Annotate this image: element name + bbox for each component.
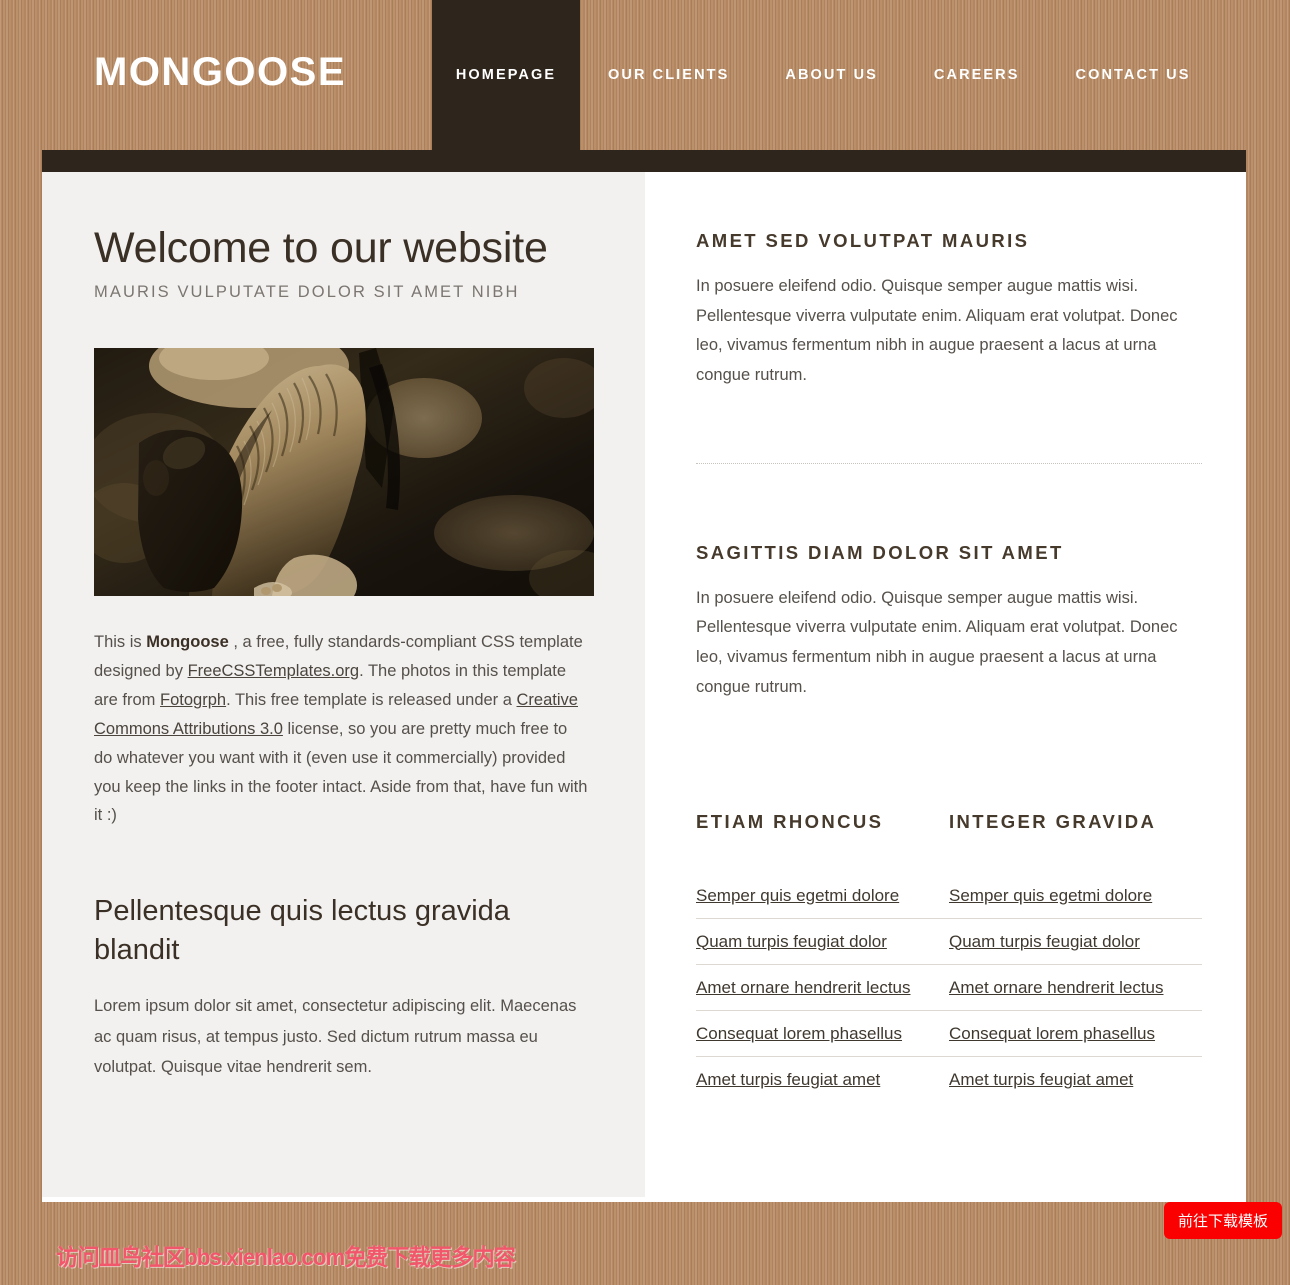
- dotted-divider: [696, 462, 1202, 464]
- list-item: Quam turpis feugiat dolor: [696, 919, 949, 965]
- link-list-2: Semper quis egetmi dolore Quam turpis fe…: [949, 873, 1202, 1102]
- link-item[interactable]: Amet ornare hendrerit lectus: [696, 965, 949, 1010]
- nav-item-homepage[interactable]: HOMEPAGE: [432, 0, 580, 150]
- sidebar-heading-2: SAGITTIS DIAM DOLOR SIT AMET: [696, 541, 1064, 563]
- link-list-1: Semper quis egetmi dolore Quam turpis fe…: [696, 873, 949, 1102]
- list-item: Amet ornare hendrerit lectus: [949, 965, 1202, 1011]
- photo-graphic: [94, 348, 594, 597]
- link-item[interactable]: Quam turpis feugiat dolor: [696, 919, 949, 964]
- list-item: Amet turpis feugiat amet: [949, 1057, 1202, 1102]
- brand-name: Mongoose: [146, 633, 229, 652]
- page-root: MONGOOSE HOMEPAGE OUR CLIENTS ABOUT US C…: [0, 0, 1290, 1285]
- link-column-title-2: INTEGER GRAVIDA: [949, 810, 1157, 832]
- link-item[interactable]: Consequat lorem phasellus: [949, 1011, 1202, 1056]
- download-template-button[interactable]: 前往下载模板: [1163, 1202, 1282, 1239]
- link-item[interactable]: Amet turpis feugiat amet: [949, 1057, 1202, 1102]
- link-freecsstemplates[interactable]: FreeCSSTemplates.org: [188, 662, 360, 680]
- list-item: Semper quis egetmi dolore: [949, 873, 1202, 919]
- site-header: MONGOOSE HOMEPAGE OUR CLIENTS ABOUT US C…: [0, 0, 1290, 150]
- intro-paragraph: This is Mongoose , a free, fully standar…: [94, 628, 589, 830]
- section-paragraph: Lorem ipsum dolor sit amet, consectetur …: [94, 997, 577, 1077]
- link-item[interactable]: Quam turpis feugiat dolor: [949, 919, 1202, 964]
- sidebar-paragraph-2: In posuere eleifend odio. Quisque semper…: [696, 588, 1178, 696]
- link-columns: ETIAM RHONCUS Semper quis egetmi dolore …: [696, 811, 1202, 1102]
- nav-item-about-us[interactable]: ABOUT US: [757, 0, 906, 150]
- nav-item-careers[interactable]: CAREERS: [906, 0, 1048, 150]
- intro-part4: . This free template is released under a: [226, 690, 517, 709]
- site-logo: MONGOOSE: [94, 50, 347, 94]
- main-column: Welcome to our website MAURIS VULPUTATE …: [42, 172, 645, 1197]
- mongoose-photo: [94, 348, 594, 597]
- sidebar-paragraph-1: In posuere eleifend odio. Quisque semper…: [696, 277, 1178, 385]
- watermark-text: 访问皿鸟社区bbs.xienlao.com免费下载更多内容: [56, 1244, 516, 1270]
- page-subtitle: MAURIS VULPUTATE DOLOR SIT AMET NIBH: [94, 283, 520, 302]
- page-title: Welcome to our website: [94, 224, 548, 272]
- link-fotogrph[interactable]: Fotogrph: [160, 691, 226, 709]
- header-accent-bar: [42, 150, 1246, 172]
- sidebar-heading-1: AMET SED VOLUTPAT MAURIS: [696, 230, 1030, 251]
- main-navigation: HOMEPAGE OUR CLIENTS ABOUT US CAREERS CO…: [432, 0, 1219, 150]
- list-item: Amet turpis feugiat amet: [696, 1057, 949, 1102]
- list-item: Semper quis egetmi dolore: [696, 873, 949, 919]
- content-area: Welcome to our website MAURIS VULPUTATE …: [42, 172, 1246, 1202]
- list-item: Quam turpis feugiat dolor: [949, 919, 1202, 965]
- link-item[interactable]: Consequat lorem phasellus: [696, 1011, 949, 1056]
- link-column-title-1: ETIAM RHONCUS: [696, 810, 884, 832]
- sidebar-column: AMET SED VOLUTPAT MAURIS In posuere elei…: [645, 172, 1246, 1202]
- link-item[interactable]: Amet ornare hendrerit lectus: [949, 965, 1202, 1010]
- section-title: Pellentesque quis lectus gravida blandit: [94, 895, 510, 966]
- link-column-integer-gravida: INTEGER GRAVIDA Semper quis egetmi dolor…: [949, 811, 1202, 1102]
- link-item[interactable]: Semper quis egetmi dolore: [949, 873, 1202, 918]
- list-item: Consequat lorem phasellus: [949, 1011, 1202, 1057]
- link-item[interactable]: Amet turpis feugiat amet: [696, 1057, 949, 1102]
- sidebar-block-2: SAGITTIS DIAM DOLOR SIT AMET In posuere …: [696, 542, 1202, 703]
- nav-item-our-clients[interactable]: OUR CLIENTS: [580, 0, 757, 150]
- nav-item-contact-us[interactable]: CONTACT US: [1048, 0, 1219, 150]
- link-item[interactable]: Semper quis egetmi dolore: [696, 873, 949, 918]
- list-item: Amet ornare hendrerit lectus: [696, 965, 949, 1011]
- link-column-etiam-rhoncus: ETIAM RHONCUS Semper quis egetmi dolore …: [696, 811, 949, 1102]
- intro-part1: This is: [94, 633, 147, 652]
- list-item: Consequat lorem phasellus: [696, 1011, 949, 1057]
